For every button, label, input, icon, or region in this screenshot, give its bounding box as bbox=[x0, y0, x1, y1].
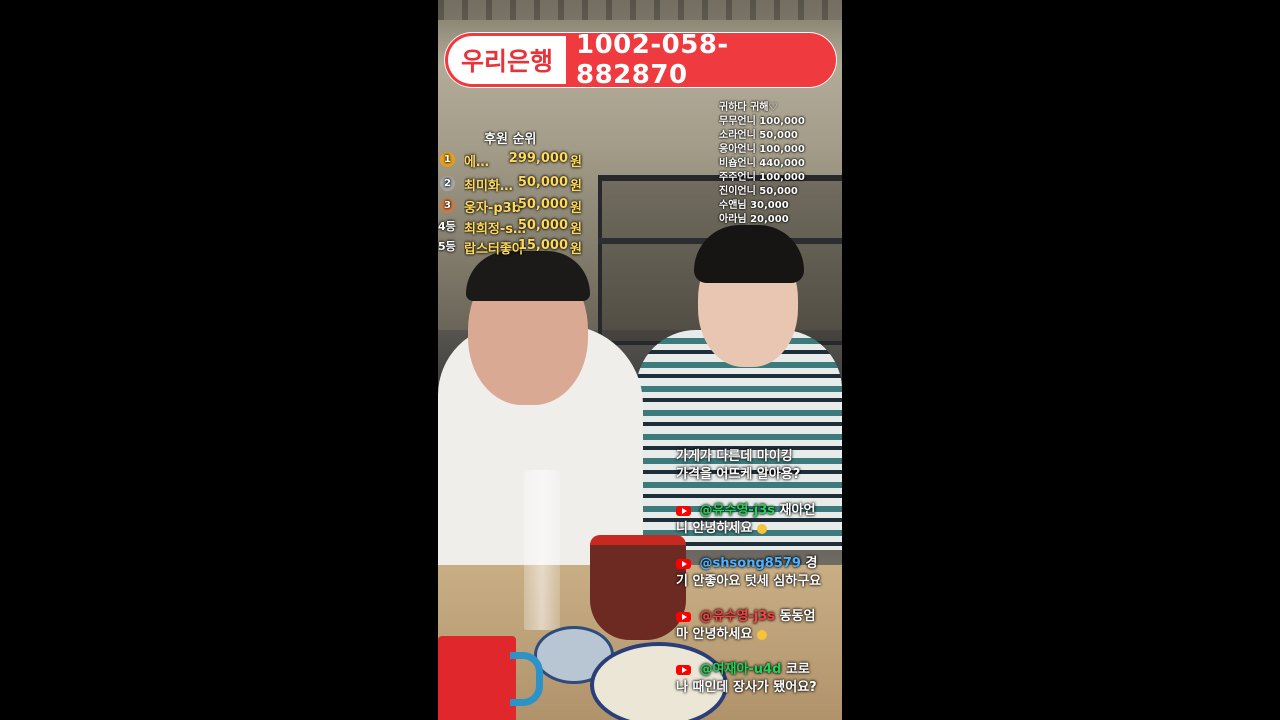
donor-list-title: 귀하다 귀해♡ bbox=[719, 102, 778, 113]
youtube-icon bbox=[676, 664, 691, 675]
chat-username[interactable]: @유수영-j3s bbox=[700, 503, 776, 518]
ranking-position: 4등 bbox=[438, 220, 456, 233]
smile-emoji-icon bbox=[756, 523, 767, 534]
ranking-title: 후원 순위 bbox=[484, 132, 537, 147]
red-mug bbox=[438, 636, 516, 720]
red-bowl bbox=[590, 535, 686, 640]
ranking-row: 5등 랍스터좋아 15,000 원 bbox=[438, 238, 588, 258]
chat-text: 재아언 bbox=[779, 503, 816, 518]
donor-item: 아라님 20,000 bbox=[719, 214, 789, 225]
chat-text: 코로 bbox=[785, 662, 810, 677]
chat-text: 가게가 다른데 마이킹 bbox=[676, 449, 793, 464]
chat-text: 나 때인데 장사가 됐어요? bbox=[676, 680, 817, 695]
donor-item: 소라언니 50,000 bbox=[719, 130, 798, 141]
ranking-amount: 299,000 bbox=[508, 151, 568, 166]
ranking-row: 4등 최희정-s… 50,000 원 bbox=[438, 218, 588, 238]
chat-message: @유수영-j3s 동동엄 마 안녕하세요 bbox=[676, 608, 842, 644]
bronze-medal-icon: 3 bbox=[440, 198, 455, 213]
chat-text: 동동엄 bbox=[779, 609, 816, 624]
ranking-amount: 50,000 bbox=[517, 218, 568, 233]
donor-item: 무무언니 100,000 bbox=[719, 116, 805, 127]
chat-username[interactable]: @shsong8579 bbox=[700, 556, 801, 571]
donor-item: 비숍언니 440,000 bbox=[719, 158, 805, 169]
donor-item: 응아언니 100,000 bbox=[719, 144, 805, 155]
bank-account-banner: 우리은행 1002-058-882870 bbox=[444, 32, 837, 88]
bank-name: 우리은행 bbox=[448, 36, 566, 84]
ranking-row: 1 에… 299,000 원 bbox=[438, 151, 588, 171]
chat-username[interactable]: @여재아-u4d bbox=[700, 662, 782, 677]
ranking-amount: 50,000 bbox=[517, 197, 568, 212]
chat-text: 경 bbox=[805, 556, 818, 571]
person-right bbox=[636, 225, 842, 550]
chat-text: 니 안녕하세요 bbox=[676, 521, 753, 536]
ranking-unit: 원 bbox=[570, 222, 582, 237]
ranking-amount: 50,000 bbox=[517, 175, 568, 190]
ranking-amount: 15,000 bbox=[517, 238, 568, 253]
ranking-row: 3 웅자-p3b 50,000 원 bbox=[438, 197, 588, 217]
bank-account-number: 1002-058-882870 bbox=[576, 32, 729, 88]
chat-message: @shsong8579 경 기 안좋아요 텃세 심하구요 bbox=[676, 555, 842, 591]
ranking-row: 2 최미화… 50,000 원 bbox=[438, 175, 588, 195]
wine-glass bbox=[524, 470, 560, 630]
youtube-icon bbox=[676, 611, 691, 622]
chat-text: 마 안녕하세요 bbox=[676, 627, 753, 642]
donor-item: 수앤님 30,000 bbox=[719, 200, 789, 211]
curtain bbox=[438, 0, 842, 20]
silver-medal-icon: 2 bbox=[440, 176, 455, 191]
chat-username[interactable]: @유수영-j3s bbox=[700, 609, 776, 624]
mug-handle bbox=[510, 652, 543, 706]
ranking-unit: 원 bbox=[570, 155, 582, 170]
youtube-icon bbox=[676, 505, 691, 516]
chat-message: 가게가 다른데 마이킹 가격을 어뜨케 알아용? bbox=[676, 448, 842, 484]
ranking-position: 5등 bbox=[438, 240, 456, 253]
youtube-icon bbox=[676, 558, 691, 569]
ranking-unit: 원 bbox=[570, 242, 582, 257]
ranking-unit: 원 bbox=[570, 179, 582, 194]
ranking-unit: 원 bbox=[570, 201, 582, 216]
smile-emoji-icon bbox=[756, 629, 767, 640]
chat-text: 기 안좋아요 텃세 심하구요 bbox=[676, 574, 822, 589]
gold-medal-icon: 1 bbox=[440, 152, 455, 167]
donor-item: 주주언니 100,000 bbox=[719, 172, 805, 183]
donor-item: 진이언니 50,000 bbox=[719, 186, 798, 197]
donor-list: 귀하다 귀해♡ 무무언니 100,000 소라언니 50,000 응아언니 10… bbox=[719, 101, 805, 227]
chat-message: @여재아-u4d 코로 나 때인데 장사가 됐어요? bbox=[676, 661, 842, 697]
chat-message: @유수영-j3s 재아언 니 안녕하세요 bbox=[676, 502, 842, 538]
chat-text: 가격을 어뜨케 알아용? bbox=[676, 467, 801, 482]
